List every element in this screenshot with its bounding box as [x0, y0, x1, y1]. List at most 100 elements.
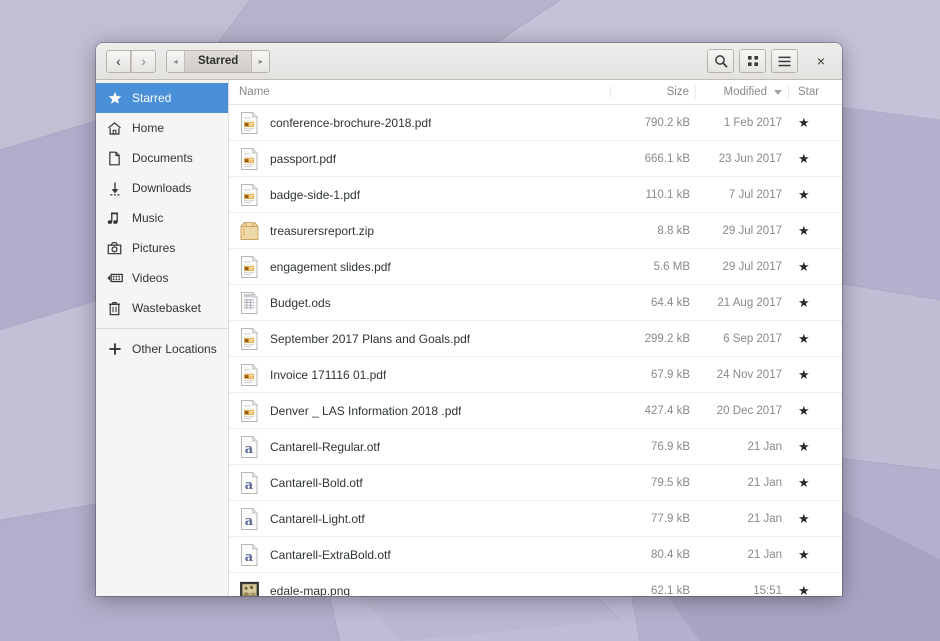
- close-button[interactable]: ×: [808, 49, 834, 73]
- archive-icon: [239, 219, 260, 243]
- table-row[interactable]: Cantarell-Regular.otf 76.9 kB 21 Jan ★: [229, 429, 842, 465]
- pdf-icon: [239, 111, 260, 135]
- star-toggle[interactable]: ★: [788, 367, 842, 383]
- sidebar-item-label: Starred: [132, 91, 172, 105]
- table-row[interactable]: Cantarell-Light.otf 77.9 kB 21 Jan ★: [229, 501, 842, 537]
- star-toggle[interactable]: ★: [788, 115, 842, 131]
- forward-button[interactable]: ›: [131, 49, 156, 73]
- star-toggle[interactable]: ★: [788, 583, 842, 597]
- breadcrumb-next-icon[interactable]: ▸: [252, 50, 270, 72]
- star-toggle[interactable]: ★: [788, 223, 842, 239]
- sidebar-item-label: Pictures: [132, 241, 176, 255]
- file-name-label: Cantarell-ExtraBold.otf: [270, 547, 391, 562]
- file-name-label: Invoice 171116 01.pdf: [270, 367, 387, 382]
- file-name-cell: engagement slides.pdf: [229, 255, 612, 279]
- column-header-name[interactable]: Name: [229, 86, 610, 98]
- table-row[interactable]: edale-map.png 62.1 kB 15:51 ★: [229, 573, 842, 596]
- table-row[interactable]: Budget.ods 64.4 kB 21 Aug 2017 ★: [229, 285, 842, 321]
- star-filled-icon: ★: [798, 258, 810, 274]
- star-toggle[interactable]: ★: [788, 151, 842, 167]
- file-modified-cell: 21 Jan: [747, 512, 782, 525]
- star-filled-icon: ★: [798, 366, 810, 382]
- file-modified-cell: 24 Nov 2017: [716, 368, 782, 381]
- star-filled-icon: ★: [798, 510, 810, 526]
- trash-icon: [106, 300, 123, 316]
- star-toggle[interactable]: ★: [788, 547, 842, 563]
- sidebar-item-home[interactable]: Home: [96, 113, 228, 143]
- star-toggle[interactable]: ★: [788, 439, 842, 455]
- star-toggle[interactable]: ★: [788, 511, 842, 527]
- table-row[interactable]: September 2017 Plans and Goals.pdf 299.2 …: [229, 321, 842, 357]
- file-size-cell: 77.9 kB: [651, 512, 690, 525]
- star-filled-icon: ★: [798, 546, 810, 562]
- star-toggle[interactable]: ★: [788, 295, 842, 311]
- sort-descending-icon: [774, 89, 782, 95]
- header-action-buttons: ×: [707, 49, 836, 73]
- sidebar-item-starred[interactable]: Starred: [96, 83, 228, 113]
- star-icon: [106, 90, 123, 106]
- star-toggle[interactable]: ★: [788, 259, 842, 275]
- video-icon: [106, 270, 123, 286]
- file-modified-cell: 21 Jan: [747, 548, 782, 561]
- sidebar-item-label: Other Locations: [132, 342, 217, 356]
- sidebar-item-pictures[interactable]: Pictures: [96, 233, 228, 263]
- table-row[interactable]: Invoice 171116 01.pdf 67.9 kB 24 Nov 2017 ★: [229, 357, 842, 393]
- star-toggle[interactable]: ★: [788, 475, 842, 491]
- pdf-icon: [239, 147, 260, 171]
- file-name-cell: edale-map.png: [229, 579, 612, 596]
- hamburger-menu-icon: [778, 56, 791, 66]
- table-row[interactable]: Denver _ LAS Information 2018 .pdf 427.4 …: [229, 393, 842, 429]
- file-modified-cell: 6 Sep 2017: [723, 332, 782, 345]
- file-size-cell: 80.4 kB: [651, 548, 690, 561]
- column-header-modified[interactable]: Modified: [695, 86, 788, 98]
- file-size-cell: 8.8 kB: [657, 224, 690, 237]
- file-size-cell: 427.4 kB: [644, 404, 690, 417]
- file-modified-cell: 15:51: [753, 584, 782, 597]
- table-row[interactable]: treasurersreport.zip 8.8 kB 29 Jul 2017 ★: [229, 213, 842, 249]
- back-button[interactable]: ‹: [106, 49, 131, 73]
- star-filled-icon: ★: [798, 114, 810, 130]
- breadcrumb-item-starred[interactable]: Starred: [184, 50, 253, 72]
- table-row[interactable]: badge-side-1.pdf 110.1 kB 7 Jul 2017 ★: [229, 177, 842, 213]
- sidebar-item-label: Home: [132, 121, 165, 135]
- search-button[interactable]: [707, 49, 734, 73]
- column-header-star[interactable]: Star: [788, 86, 842, 98]
- file-name-cell: treasurersreport.zip: [229, 219, 612, 243]
- file-size-cell: 5.6 MB: [653, 260, 690, 273]
- pdf-icon: [239, 363, 260, 387]
- star-filled-icon: ★: [798, 330, 810, 346]
- grid-view-button[interactable]: [739, 49, 766, 73]
- star-toggle[interactable]: ★: [788, 403, 842, 419]
- breadcrumb: ◂ Starred ▸: [166, 49, 271, 73]
- sidebar-item-label: Wastebasket: [132, 301, 201, 315]
- table-row[interactable]: passport.pdf 666.1 kB 23 Jun 2017 ★: [229, 141, 842, 177]
- file-modified-cell: 29 Jul 2017: [722, 224, 782, 237]
- table-row[interactable]: engagement slides.pdf 5.6 MB 29 Jul 2017 ★: [229, 249, 842, 285]
- sidebar-item-other-locations[interactable]: Other Locations: [96, 334, 228, 364]
- star-filled-icon: ★: [798, 222, 810, 238]
- pdf-icon: [239, 399, 260, 423]
- file-size-cell: 666.1 kB: [644, 152, 690, 165]
- column-header-size[interactable]: Size: [610, 86, 695, 98]
- table-row[interactable]: Cantarell-ExtraBold.otf 80.4 kB 21 Jan ★: [229, 537, 842, 573]
- sidebar-item-downloads[interactable]: Downloads: [96, 173, 228, 203]
- file-name-label: conference-brochure-2018.pdf: [270, 115, 432, 130]
- file-name-cell: conference-brochure-2018.pdf: [229, 111, 612, 135]
- sidebar-item-music[interactable]: Music: [96, 203, 228, 233]
- table-row[interactable]: conference-brochure-2018.pdf 790.2 kB 1 Fe…: [229, 105, 842, 141]
- star-toggle[interactable]: ★: [788, 187, 842, 203]
- star-toggle[interactable]: ★: [788, 331, 842, 347]
- file-size-cell: 790.2 kB: [644, 116, 690, 129]
- file-modified-cell: 29 Jul 2017: [722, 260, 782, 273]
- document-icon: [106, 150, 123, 166]
- menu-button[interactable]: [771, 49, 798, 73]
- table-row[interactable]: Cantarell-Bold.otf 79.5 kB 21 Jan ★: [229, 465, 842, 501]
- sidebar-item-videos[interactable]: Videos: [96, 263, 228, 293]
- sidebar-item-documents[interactable]: Documents: [96, 143, 228, 173]
- file-list-pane: Name Size Modified Star conference-broch…: [229, 80, 842, 596]
- file-size-cell: 299.2 kB: [644, 332, 690, 345]
- sidebar-item-label: Documents: [132, 151, 193, 165]
- breadcrumb-prev-icon[interactable]: ◂: [167, 50, 184, 72]
- sidebar-item-wastebasket[interactable]: Wastebasket: [96, 293, 228, 323]
- file-name-cell: badge-side-1.pdf: [229, 183, 612, 207]
